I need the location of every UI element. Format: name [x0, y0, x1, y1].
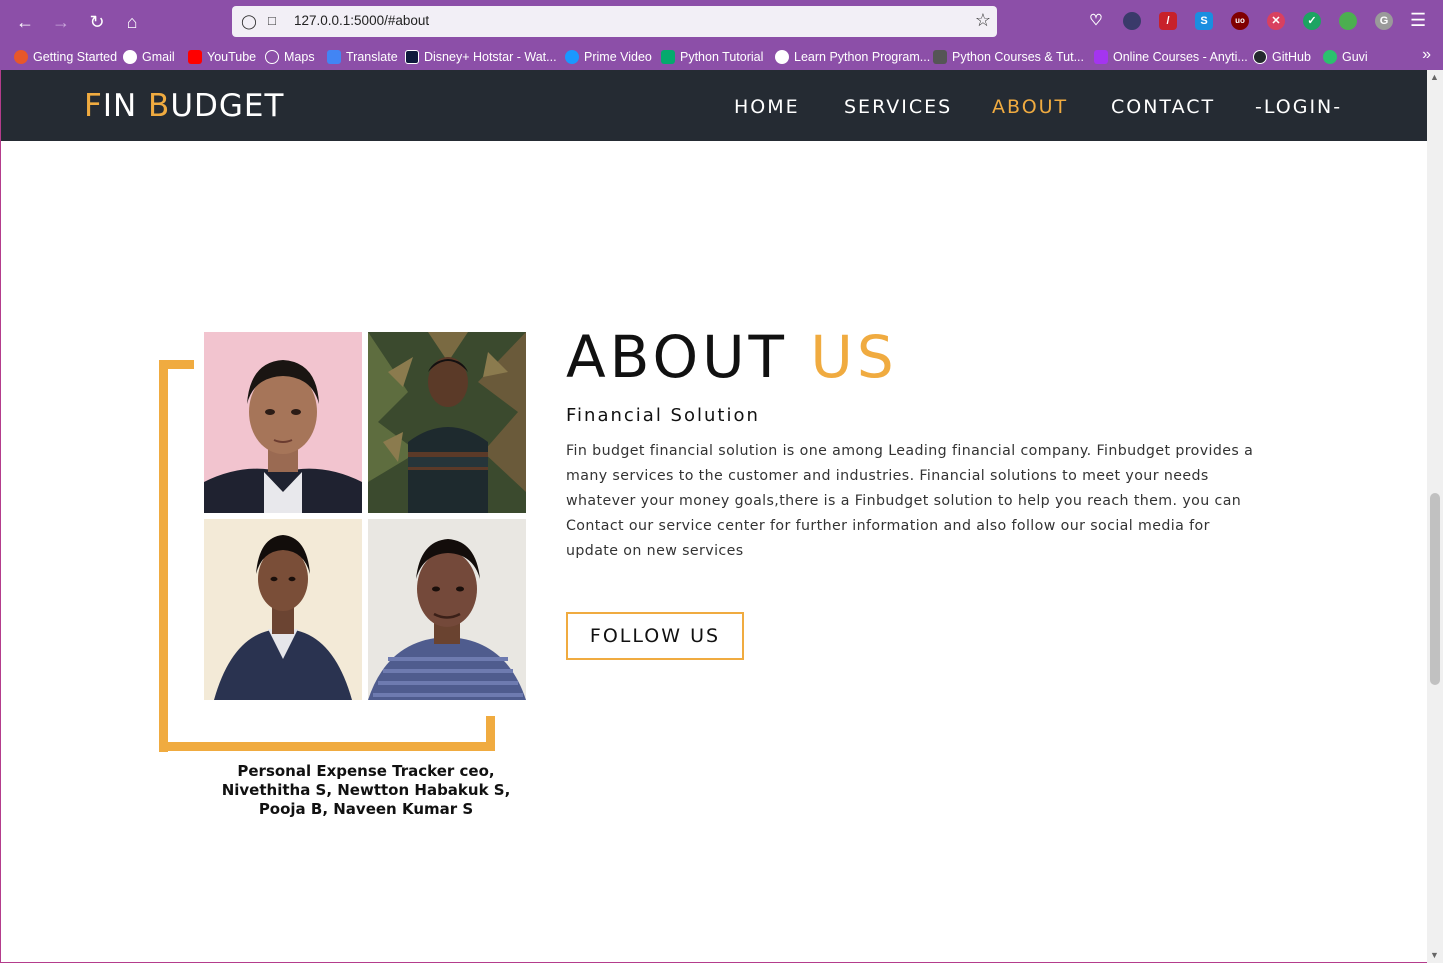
bookmark-github[interactable]: GitHub: [1253, 48, 1311, 66]
bookmark-label: Maps: [284, 50, 315, 64]
page-icon: □: [268, 13, 276, 28]
bookmark-label: GitHub: [1272, 50, 1311, 64]
follow-us-button[interactable]: FOLLOW US: [566, 612, 744, 660]
bookmark-label: Gmail: [142, 50, 175, 64]
bookmark-label: Disney+ Hotstar - Wat...: [424, 50, 557, 64]
logo-initial-b: B: [148, 88, 171, 124]
team-photo: [204, 332, 362, 513]
url-text[interactable]: 127.0.0.1:5000/#about: [294, 13, 429, 28]
globe-icon: [265, 50, 279, 64]
document-icon: [933, 50, 947, 64]
chevron-double-right-icon[interactable]: »: [1422, 46, 1431, 64]
decorative-frame: [159, 742, 495, 751]
vertical-scrollbar[interactable]: ▲ ▼: [1427, 70, 1443, 963]
bookmark-star-icon[interactable]: ☆: [975, 10, 991, 31]
bookmark-maps[interactable]: Maps: [265, 48, 315, 66]
nav-home[interactable]: HOME: [734, 96, 800, 118]
bookmark-hotstar[interactable]: Disney+ Hotstar - Wat...: [405, 48, 557, 66]
logo-text-in: IN: [102, 88, 149, 124]
shield-icon[interactable]: ◯: [240, 12, 258, 30]
bookmark-label: YouTube: [207, 50, 257, 64]
bookmark-translate[interactable]: Translate: [327, 48, 398, 66]
team-photo: [368, 519, 526, 700]
hotstar-icon: [405, 50, 419, 64]
scroll-up-arrow-icon[interactable]: ▲: [1430, 72, 1439, 82]
extension-red-icon[interactable]: ✕: [1267, 12, 1285, 30]
page-edge: [0, 70, 1, 963]
bookmark-gmail[interactable]: Gmail: [123, 48, 175, 66]
google-icon: [123, 50, 137, 64]
pocket-icon[interactable]: ♡: [1087, 12, 1105, 30]
home-icon[interactable]: ⌂: [119, 9, 145, 35]
firefox-icon: [14, 50, 28, 64]
programiz-icon: [775, 50, 789, 64]
about-subtitle: Financial Solution: [566, 405, 760, 426]
bookmark-label: Learn Python Program...: [794, 50, 931, 64]
bookmark-label: Guvi: [1342, 50, 1368, 64]
udemy-icon: [1094, 50, 1108, 64]
prime-video-icon: [565, 50, 579, 64]
extension-s-icon[interactable]: S: [1195, 12, 1213, 30]
bookmark-guvi[interactable]: Guvi: [1323, 48, 1368, 66]
w3schools-icon: [661, 50, 675, 64]
bookmark-python-tutorial[interactable]: Python Tutorial: [661, 48, 763, 66]
decorative-frame: [486, 716, 495, 751]
decorative-frame: [159, 360, 168, 752]
back-icon[interactable]: ←: [12, 9, 38, 35]
about-heading: ABOUT US: [566, 323, 898, 391]
nav-about[interactable]: ABOUT: [992, 96, 1068, 118]
logo-initial-f: F: [84, 88, 103, 124]
bookmarks-bar: Getting Started Gmail YouTube Maps Trans…: [0, 43, 1443, 70]
team-photo: [368, 332, 526, 513]
logo-text-udget: UDGET: [170, 88, 285, 124]
nav-contact[interactable]: CONTACT: [1111, 96, 1215, 118]
bookmark-label: Online Courses - Anyti...: [1113, 50, 1248, 64]
bookmark-getting-started[interactable]: Getting Started: [14, 48, 117, 66]
github-icon: [1253, 50, 1267, 64]
decorative-frame: [159, 360, 194, 369]
extension-globe-icon[interactable]: [1123, 12, 1141, 30]
reload-icon[interactable]: ↻: [84, 9, 110, 35]
bookmark-python-courses[interactable]: Python Courses & Tut...: [933, 48, 1084, 66]
bookmark-youtube[interactable]: YouTube: [188, 48, 256, 66]
browser-toolbar: ← → ↻ ⌂ ◯ □ 127.0.0.1:5000/#about ☆ ♡ / …: [0, 0, 1443, 43]
bookmark-online-courses[interactable]: Online Courses - Anyti...: [1094, 48, 1248, 66]
ublock-icon[interactable]: uo: [1231, 12, 1249, 30]
forward-icon[interactable]: →: [48, 9, 74, 35]
youtube-icon: [188, 50, 202, 64]
extension-shield-icon[interactable]: ✓: [1303, 12, 1321, 30]
bookmark-label: Python Tutorial: [680, 50, 764, 64]
extension-grey-icon[interactable]: G: [1375, 12, 1393, 30]
bookmark-prime-video[interactable]: Prime Video: [565, 48, 652, 66]
about-heading-main: ABOUT: [566, 323, 811, 391]
bookmark-label: Python Courses & Tut...: [952, 50, 1085, 64]
about-description: Fin budget financial solution is one amo…: [566, 443, 1254, 559]
nav-login[interactable]: -LOGIN-: [1255, 96, 1342, 118]
team-caption: Personal Expense Tracker ceo, Nivethitha…: [221, 762, 511, 818]
about-heading-accent: US: [810, 323, 898, 391]
site-logo[interactable]: FIN BUDGET: [84, 88, 284, 124]
extension-leaf-icon[interactable]: [1339, 12, 1357, 30]
extension-pen-icon[interactable]: /: [1159, 12, 1177, 30]
site-navbar: FIN BUDGET HOME SERVICES ABOUT CONTACT -…: [1, 70, 1427, 141]
translate-icon: [327, 50, 341, 64]
nav-services[interactable]: SERVICES: [844, 96, 952, 118]
scroll-down-arrow-icon[interactable]: ▼: [1430, 950, 1439, 960]
bookmark-label: Prime Video: [584, 50, 652, 64]
hamburger-menu-icon[interactable]: ☰: [1410, 10, 1426, 31]
scroll-thumb[interactable]: [1430, 493, 1440, 685]
address-bar[interactable]: ◯ □ 127.0.0.1:5000/#about ☆: [232, 6, 997, 37]
team-photo: [204, 519, 362, 700]
bookmark-label: Getting Started: [33, 50, 118, 64]
bookmark-label: Translate: [346, 50, 398, 64]
bookmark-learn-python[interactable]: Learn Python Program...: [775, 48, 930, 66]
guvi-icon: [1323, 50, 1337, 64]
